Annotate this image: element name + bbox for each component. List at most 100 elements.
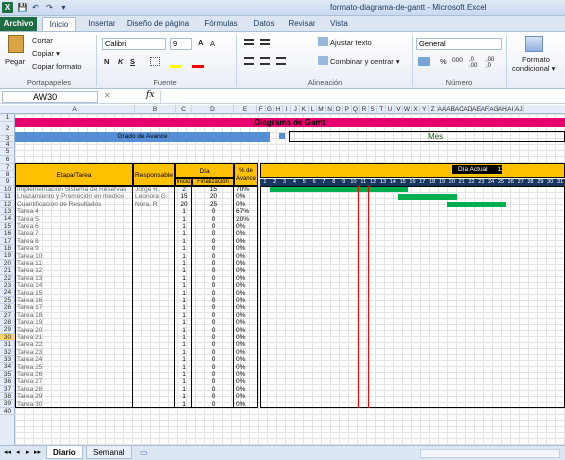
column-header[interactable]: J xyxy=(291,105,300,114)
column-header[interactable]: AA xyxy=(438,105,446,114)
redo-icon[interactable]: ↷ xyxy=(44,2,55,13)
borders-icon[interactable] xyxy=(150,57,160,66)
row-header[interactable]: 5 xyxy=(0,148,15,156)
column-header[interactable]: R xyxy=(360,105,369,114)
fill-color-icon[interactable] xyxy=(170,65,182,68)
row-header[interactable]: 35 xyxy=(0,371,15,379)
align-top-icon[interactable] xyxy=(244,39,254,45)
column-header[interactable]: Y xyxy=(420,105,429,114)
name-box[interactable]: AW30 xyxy=(2,91,98,103)
currency-icon[interactable] xyxy=(418,57,430,66)
column-header[interactable]: C xyxy=(176,105,192,114)
cut-button[interactable]: Cortar xyxy=(32,36,53,45)
increase-decimal-button[interactable]: ,0 .00 xyxy=(469,57,483,69)
sheet-grid[interactable]: Diagrama de Gantt Grado de Avance Mes Et… xyxy=(15,114,565,445)
row-header[interactable]: 1 xyxy=(0,114,15,122)
column-header[interactable]: L xyxy=(309,105,318,114)
row-header[interactable]: 37 xyxy=(0,386,15,393)
wrap-text-button[interactable]: Ajustar texto xyxy=(330,38,372,47)
column-header[interactable]: Z xyxy=(429,105,438,114)
column-header[interactable]: AD xyxy=(463,105,472,114)
row-header[interactable]: 36 xyxy=(0,378,15,386)
underline-button[interactable]: S xyxy=(130,57,135,66)
customize-qat-icon[interactable]: ▾ xyxy=(58,2,69,13)
column-header[interactable]: AE xyxy=(472,105,481,114)
merge-center-button[interactable]: Combinar y centrar ▾ xyxy=(330,57,400,66)
conditional-format-label-2[interactable]: condicional ▾ xyxy=(512,64,555,73)
save-icon[interactable]: 💾 xyxy=(17,2,28,13)
cancel-edit-icon[interactable]: ✕ xyxy=(104,91,111,100)
row-header[interactable]: 23 xyxy=(0,282,15,290)
last-sheet-button[interactable]: ▸▸ xyxy=(32,446,43,459)
column-header[interactable]: K xyxy=(300,105,309,114)
row-header[interactable]: 29 xyxy=(0,326,15,334)
row-header[interactable]: 39 xyxy=(0,400,15,408)
row-header[interactable]: 11 xyxy=(0,193,15,201)
row-header[interactable]: 14 xyxy=(0,215,15,223)
row-header[interactable]: 9 xyxy=(0,178,15,186)
tab-vista[interactable]: Vista xyxy=(327,17,351,32)
bold-button[interactable]: N xyxy=(104,57,109,66)
column-header[interactable]: AJ xyxy=(515,105,524,114)
column-header[interactable]: AI xyxy=(506,105,515,114)
column-header[interactable]: I xyxy=(283,105,292,114)
row-header[interactable]: 18 xyxy=(0,245,15,253)
column-header[interactable]: W xyxy=(403,105,412,114)
row-header[interactable]: 25 xyxy=(0,297,15,305)
tab-diseno-pagina[interactable]: Diseño de página xyxy=(125,17,191,32)
column-header[interactable]: F xyxy=(257,105,266,114)
number-format-dropdown[interactable]: General xyxy=(416,38,502,50)
column-header[interactable]: M xyxy=(317,105,326,114)
shrink-font-button[interactable]: A xyxy=(210,39,215,48)
font-color-icon[interactable] xyxy=(192,65,204,68)
column-header[interactable]: X xyxy=(412,105,421,114)
insert-sheet-icon[interactable]: ▭ xyxy=(134,446,154,459)
column-header[interactable]: G xyxy=(266,105,275,114)
row-header[interactable]: 22 xyxy=(0,275,15,282)
thousands-button[interactable]: 000 xyxy=(452,57,463,64)
column-header[interactable]: U xyxy=(386,105,395,114)
column-header[interactable]: AC xyxy=(455,105,464,114)
column-header[interactable]: T xyxy=(377,105,386,114)
row-header[interactable]: 32 xyxy=(0,349,15,356)
row-header[interactable]: 7 xyxy=(0,164,15,171)
prev-sheet-button[interactable]: ◂ xyxy=(14,446,22,459)
column-header[interactable]: AH xyxy=(498,105,507,114)
column-header[interactable]: B xyxy=(135,105,176,114)
tab-datos[interactable]: Datos xyxy=(250,17,278,32)
row-header[interactable]: 24 xyxy=(0,289,15,297)
align-left-icon[interactable] xyxy=(244,57,254,65)
conditional-format-label-1[interactable]: Formato xyxy=(522,55,550,64)
sheet-tab-semanal[interactable]: Semanal xyxy=(86,446,132,459)
row-header[interactable]: 15 xyxy=(0,223,15,231)
column-header[interactable]: Q xyxy=(352,105,361,114)
formula-input[interactable] xyxy=(160,91,562,103)
row-header[interactable]: 2 xyxy=(0,122,15,136)
first-sheet-button[interactable]: ◂◂ xyxy=(2,446,13,459)
row-header[interactable]: 12 xyxy=(0,201,15,208)
column-header[interactable]: AB xyxy=(446,105,455,114)
row-header[interactable]: 38 xyxy=(0,393,15,401)
column-header[interactable]: D xyxy=(192,105,234,114)
row-header[interactable]: 20 xyxy=(0,260,15,268)
italic-button[interactable]: K xyxy=(118,57,123,66)
horizontal-scrollbar[interactable] xyxy=(420,449,560,458)
row-header[interactable]: 10 xyxy=(0,186,15,194)
align-middle-icon[interactable] xyxy=(260,39,270,45)
align-center-icon[interactable] xyxy=(260,57,270,65)
tab-inicio[interactable]: Inicio xyxy=(42,17,76,32)
row-header[interactable]: 28 xyxy=(0,319,15,327)
conditional-format-icon[interactable] xyxy=(525,36,543,52)
column-header[interactable]: AF xyxy=(481,105,490,114)
percent-button[interactable]: % xyxy=(440,57,447,66)
tab-archivo[interactable]: Archivo xyxy=(0,17,37,32)
undo-icon[interactable]: ↶ xyxy=(30,2,41,13)
column-header[interactable]: O xyxy=(334,105,343,114)
column-header[interactable]: V xyxy=(395,105,404,114)
decrease-decimal-button[interactable]: ,00 ,0 xyxy=(486,57,500,69)
column-header[interactable]: H xyxy=(274,105,283,114)
row-header[interactable]: 34 xyxy=(0,363,15,371)
align-right-icon[interactable] xyxy=(276,57,286,65)
column-header[interactable]: E xyxy=(234,105,257,114)
row-header[interactable]: 26 xyxy=(0,304,15,312)
